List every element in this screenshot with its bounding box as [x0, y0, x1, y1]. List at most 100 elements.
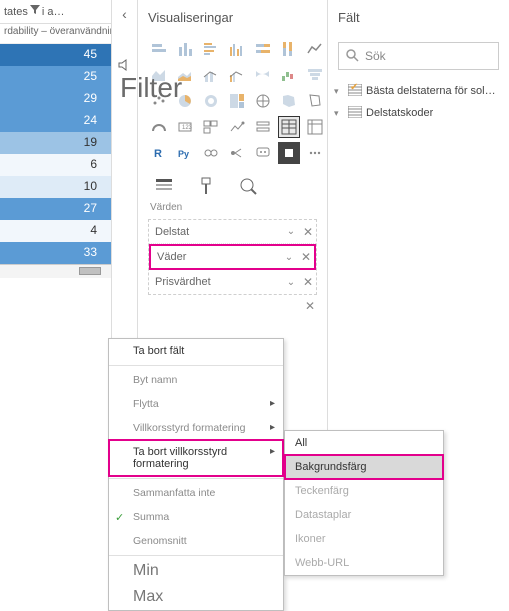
table-cell[interactable]: 29: [0, 88, 111, 110]
chevron-down-icon[interactable]: ⌄: [282, 226, 300, 237]
python-visual-icon[interactable]: Py: [174, 142, 196, 164]
area-chart-icon[interactable]: [148, 64, 170, 86]
field-well-row[interactable]: Delstat⌄✕: [149, 220, 316, 244]
kpi-icon[interactable]: [226, 116, 248, 138]
submenu-arrow-icon: ▸: [270, 398, 275, 409]
search-placeholder: Sök: [365, 49, 386, 63]
fields-title: Fält: [328, 0, 509, 36]
remove-field-icon[interactable]: ✕: [300, 225, 316, 239]
context-menu-item[interactable]: Genomsnitt: [109, 529, 283, 553]
table-cell[interactable]: 19: [0, 132, 111, 154]
table-cell[interactable]: 6: [0, 154, 111, 176]
custom-visual-icon[interactable]: [278, 142, 300, 164]
horizontal-scrollbar[interactable]: [0, 264, 111, 278]
donut-icon[interactable]: [200, 90, 222, 112]
stacked-area-icon[interactable]: [174, 64, 196, 86]
field-well: Delstat⌄✕Väder⌄✕Prisvärdhet⌄✕: [148, 219, 317, 295]
r-visual-icon[interactable]: R: [148, 142, 170, 164]
context-menu-item[interactable]: Min: [109, 558, 283, 584]
stacked-bar-100-icon[interactable]: [252, 38, 274, 60]
values-section-label: Värden: [138, 200, 327, 219]
filter-icon[interactable]: [30, 5, 40, 18]
well-field-label: Väder: [151, 251, 280, 263]
chevron-down-icon[interactable]: ⌄: [280, 252, 298, 263]
filled-map-icon[interactable]: [278, 90, 300, 112]
qa-visual-icon[interactable]: [252, 142, 274, 164]
submenu-arrow-icon: ▸: [270, 446, 275, 457]
table-cell[interactable]: 27: [0, 198, 111, 220]
line-chart-icon[interactable]: [304, 38, 326, 60]
treemap-icon[interactable]: [226, 90, 248, 112]
submenu-item: Teckenfärg: [285, 479, 443, 503]
collapse-chevron-icon[interactable]: ‹: [122, 6, 127, 22]
remove-field-icon[interactable]: ✕: [298, 250, 314, 264]
submenu-item[interactable]: All: [285, 431, 443, 455]
stacked-column-100-icon[interactable]: [278, 38, 300, 60]
fields-table-row[interactable]: ▾Delstatskoder: [334, 102, 503, 124]
more-visuals-icon[interactable]: [304, 142, 326, 164]
drillthrough-icon[interactable]: [112, 58, 137, 75]
gauge-icon[interactable]: [148, 116, 170, 138]
pie-icon[interactable]: [174, 90, 196, 112]
scatter-icon[interactable]: [148, 90, 170, 112]
remove-field-icon[interactable]: ✕: [300, 275, 316, 289]
remove-field-button[interactable]: ✕: [138, 299, 315, 313]
field-well-row[interactable]: Väder⌄✕: [149, 244, 316, 270]
context-menu-item[interactable]: Byt namn: [109, 368, 283, 392]
ribbon-chart-icon[interactable]: [252, 64, 274, 86]
submenu-arrow-icon: ▸: [270, 422, 275, 433]
analytics-tab-icon[interactable]: [236, 174, 260, 198]
well-field-label: Prisvärdhet: [149, 276, 282, 288]
search-input[interactable]: Sök: [338, 42, 499, 70]
context-menu-item[interactable]: Max: [109, 584, 283, 610]
table-header[interactable]: tates i a…: [0, 0, 111, 24]
decomposition-icon[interactable]: [226, 142, 248, 164]
funnel-icon[interactable]: [304, 64, 326, 86]
waterfall-icon[interactable]: [278, 64, 300, 86]
key-influencers-icon[interactable]: [200, 142, 222, 164]
field-well-row[interactable]: Prisvärdhet⌄✕: [149, 270, 316, 294]
svg-text:Py: Py: [178, 149, 189, 159]
sub-menu: AllBakgrundsfärgTeckenfärgDatastaplarIko…: [284, 430, 444, 576]
submenu-item[interactable]: Bakgrundsfärg: [285, 455, 443, 479]
submenu-item: Ikoner: [285, 527, 443, 551]
line-clustered-icon[interactable]: [226, 64, 248, 86]
clustered-column-icon[interactable]: [226, 38, 248, 60]
format-tab-icon[interactable]: [194, 174, 218, 198]
table-cell[interactable]: 33: [0, 242, 111, 264]
table-visual-icon[interactable]: [278, 116, 300, 138]
chevron-down-icon[interactable]: ⌄: [282, 277, 300, 288]
well-field-label: Delstat: [149, 226, 282, 238]
table-cell[interactable]: 10: [0, 176, 111, 198]
matrix-icon[interactable]: [304, 116, 326, 138]
table-cell[interactable]: 45: [0, 44, 111, 66]
context-menu-item[interactable]: Flytta▸: [109, 392, 283, 416]
context-menu-item[interactable]: Ta bort villkorsstyrd formatering▸: [109, 440, 283, 476]
submenu-item: Webb-URL: [285, 551, 443, 575]
context-menu-item[interactable]: ✓Summa: [109, 505, 283, 529]
context-menu-item[interactable]: Sammanfatta inte: [109, 481, 283, 505]
scrollbar-thumb[interactable]: [79, 267, 101, 275]
context-menu-item[interactable]: Villkorsstyrd formatering▸: [109, 416, 283, 440]
map-icon[interactable]: [252, 90, 274, 112]
table-cell[interactable]: 25: [0, 66, 111, 88]
fields-tab-icon[interactable]: [152, 174, 176, 198]
submenu-item: Datastaplar: [285, 503, 443, 527]
fields-table-row[interactable]: ▾✔Bästa delstaterna för sol…: [334, 80, 503, 102]
stacked-column-icon[interactable]: [174, 38, 196, 60]
stacked-bar-icon[interactable]: [148, 38, 170, 60]
caret-down-icon[interactable]: ▾: [334, 86, 344, 97]
context-menu-item[interactable]: Ta bort fält: [109, 339, 283, 363]
search-icon: [345, 48, 359, 65]
column-header[interactable]: rdability – överanvändning: [0, 24, 111, 44]
caret-down-icon[interactable]: ▾: [334, 108, 344, 119]
table-cell[interactable]: 4: [0, 220, 111, 242]
shape-map-icon[interactable]: [304, 90, 326, 112]
card-icon[interactable]: 123: [174, 116, 196, 138]
clustered-bar-icon[interactable]: [200, 38, 222, 60]
multi-card-icon[interactable]: [200, 116, 222, 138]
line-column-icon[interactable]: [200, 64, 222, 86]
tool-tabs: [138, 170, 327, 200]
slicer-icon[interactable]: [252, 116, 274, 138]
table-cell[interactable]: 24: [0, 110, 111, 132]
